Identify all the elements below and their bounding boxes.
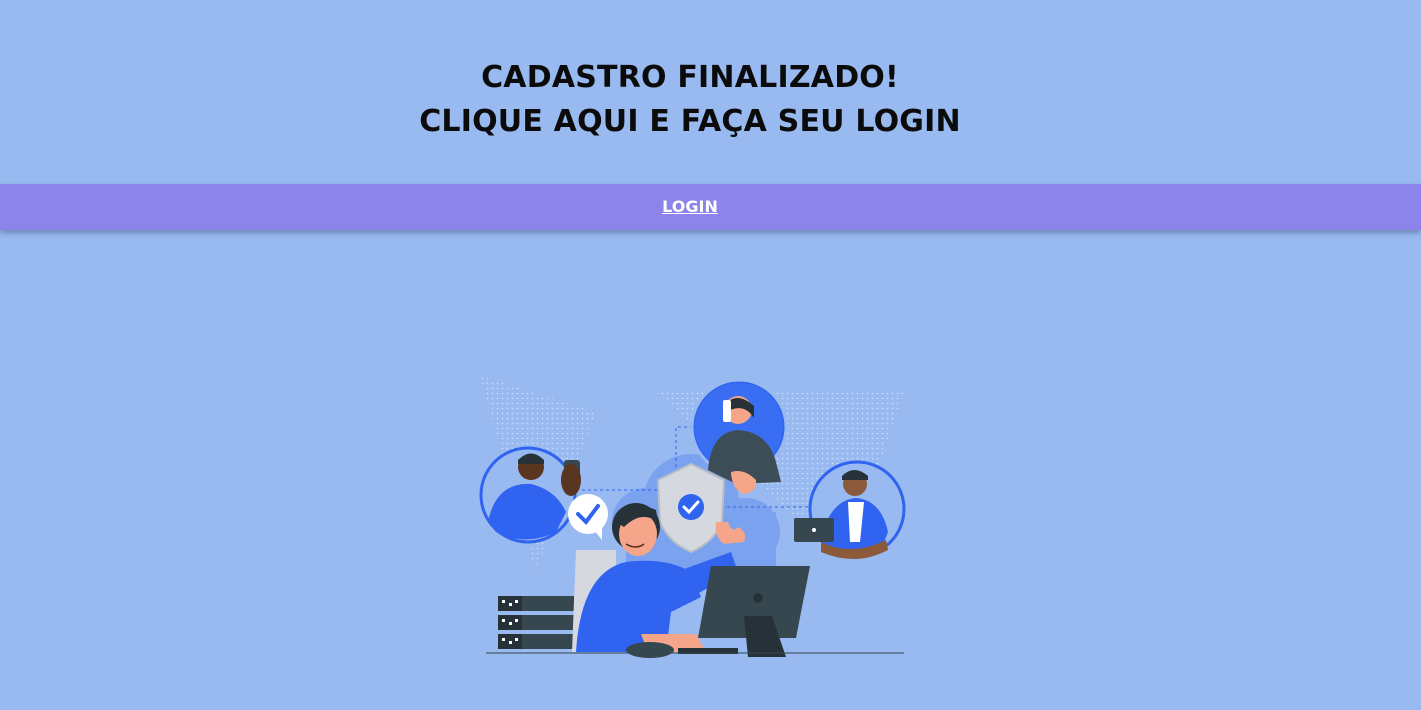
check-bubble-icon xyxy=(568,494,608,540)
avatar-left xyxy=(479,446,581,544)
page-title: CADASTRO FINALIZADO! CLIQUE AQUI E FAÇA … xyxy=(0,56,1380,144)
server-stack-icon xyxy=(498,596,574,649)
security-team-illustration xyxy=(479,376,906,658)
title-line-1: CADASTRO FINALIZADO! xyxy=(481,60,899,95)
login-link[interactable]: LOGIN xyxy=(0,184,1380,230)
title-line-2: CLIQUE AQUI E FAÇA SEU LOGIN xyxy=(419,104,961,139)
page: CADASTRO FINALIZADO! CLIQUE AQUI E FAÇA … xyxy=(0,0,1421,710)
login-bar: LOGIN xyxy=(0,184,1421,230)
